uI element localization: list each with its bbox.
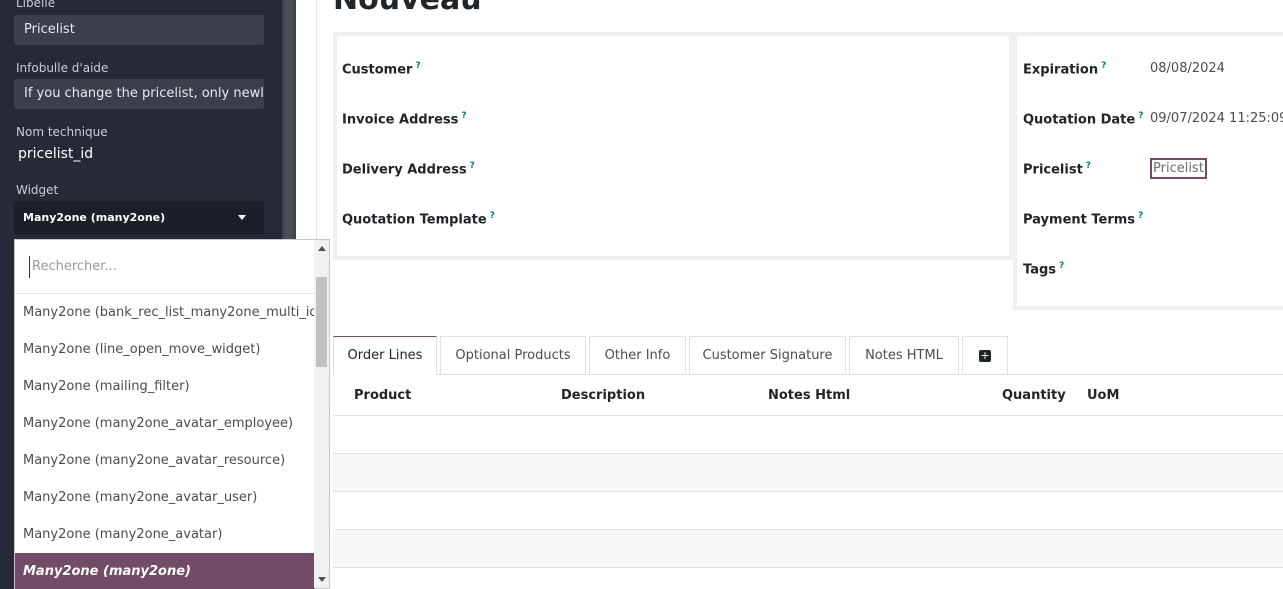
help-icon: ? <box>1059 261 1065 271</box>
add-tab-button[interactable]: + <box>962 336 1008 374</box>
help-icon: ? <box>1138 211 1144 221</box>
tab-customer-signature[interactable]: Customer Signature <box>689 336 846 374</box>
column-header-product[interactable]: Product <box>354 388 411 403</box>
field-delivery-address[interactable]: Delivery Address? <box>342 161 475 177</box>
help-icon: ? <box>1138 111 1144 121</box>
page-title: Nouveau <box>333 0 482 17</box>
column-header-quantity[interactable]: Quantity <box>1002 388 1066 403</box>
field-quotation-template[interactable]: Quotation Template? <box>342 211 495 227</box>
scroll-up-icon[interactable] <box>318 246 326 251</box>
dropdown-option[interactable]: Many2one (many2one_avatar_employee) <box>15 405 315 442</box>
column-header-description[interactable]: Description <box>561 388 645 403</box>
field-invoice-address[interactable]: Invoice Address? <box>342 111 467 127</box>
tab-optional-products[interactable]: Optional Products <box>440 336 586 374</box>
field-expiration[interactable]: Expiration? <box>1023 61 1106 77</box>
help-icon: ? <box>489 211 495 221</box>
widget-select[interactable]: Many2one (many2one) <box>14 201 264 235</box>
dropdown-option[interactable]: Many2one (many2one_avatar) <box>15 516 315 553</box>
pricelist-value-selected[interactable]: Pricelist <box>1150 158 1207 179</box>
dropdown-search-input[interactable]: Rechercher... <box>29 256 309 278</box>
label-title: Libellé <box>16 0 56 10</box>
dropdown-scrollbar[interactable] <box>314 240 329 588</box>
dropdown-option[interactable]: Many2one (many2one_avatar_user) <box>15 479 315 516</box>
dropdown-option[interactable]: Many2one (mailing_filter) <box>15 368 315 405</box>
tab-notes-html[interactable]: Notes HTML <box>849 336 959 374</box>
label-input[interactable]: Pricelist <box>14 15 264 45</box>
table-row <box>333 454 1283 491</box>
column-header-notes-html[interactable]: Notes Html <box>768 388 850 403</box>
field-quotation-date[interactable]: Quotation Date? <box>1023 111 1143 127</box>
dropdown-option[interactable]: Many2one (line_open_move_widget) <box>15 331 315 368</box>
scroll-down-icon[interactable] <box>318 577 326 582</box>
help-icon: ? <box>1101 61 1107 71</box>
dropdown-option[interactable]: Many2one (many2one_avatar_resource) <box>15 442 315 479</box>
field-pricelist[interactable]: Pricelist? <box>1023 161 1091 177</box>
field-payment-terms[interactable]: Payment Terms? <box>1023 211 1143 227</box>
studio-screen: Libellé Pricelist Infobulle d'aide If yo… <box>0 0 1283 589</box>
expiration-value[interactable]: 08/08/2024 <box>1150 61 1225 76</box>
widget-select-value: Many2one (many2one) <box>23 211 166 224</box>
plus-square-icon: + <box>979 348 991 362</box>
table-row <box>333 530 1283 567</box>
help-icon: ? <box>1085 161 1092 171</box>
dropdown-option[interactable]: Many2one (bank_rec_list_many2one_multi_i… <box>15 294 323 331</box>
help-icon: ? <box>461 111 467 121</box>
tab-other-info[interactable]: Other Info <box>589 336 686 374</box>
widget-dropdown: Rechercher... Many2one (bank_rec_list_ma… <box>14 239 330 589</box>
tooltip-title: Infobulle d'aide <box>16 61 109 75</box>
help-icon: ? <box>415 61 421 71</box>
table-row-divider <box>333 491 1283 492</box>
table-row-divider <box>333 567 1283 568</box>
column-header-uom[interactable]: UoM <box>1087 388 1119 403</box>
dropdown-scrollbar-thumb[interactable] <box>316 277 327 367</box>
tab-order-lines[interactable]: Order Lines <box>333 336 437 375</box>
table-header-divider <box>333 415 1283 416</box>
widget-title: Widget <box>16 183 59 197</box>
technical-name-title: Nom technique <box>16 125 108 139</box>
field-customer[interactable]: Customer? <box>342 61 421 77</box>
help-icon: ? <box>469 161 475 171</box>
field-tags[interactable]: Tags? <box>1023 261 1064 277</box>
quotation-date-value[interactable]: 09/07/2024 11:25:09 <box>1150 111 1283 126</box>
table-row-divider <box>333 453 1283 454</box>
table-row-divider <box>333 529 1283 530</box>
technical-name-value: pricelist_id <box>18 146 94 162</box>
dropdown-option-selected[interactable]: Many2one (many2one) <box>15 553 315 589</box>
caret-down-icon <box>238 215 246 220</box>
tooltip-input[interactable]: If you change the pricelist, only newly <box>14 79 264 109</box>
